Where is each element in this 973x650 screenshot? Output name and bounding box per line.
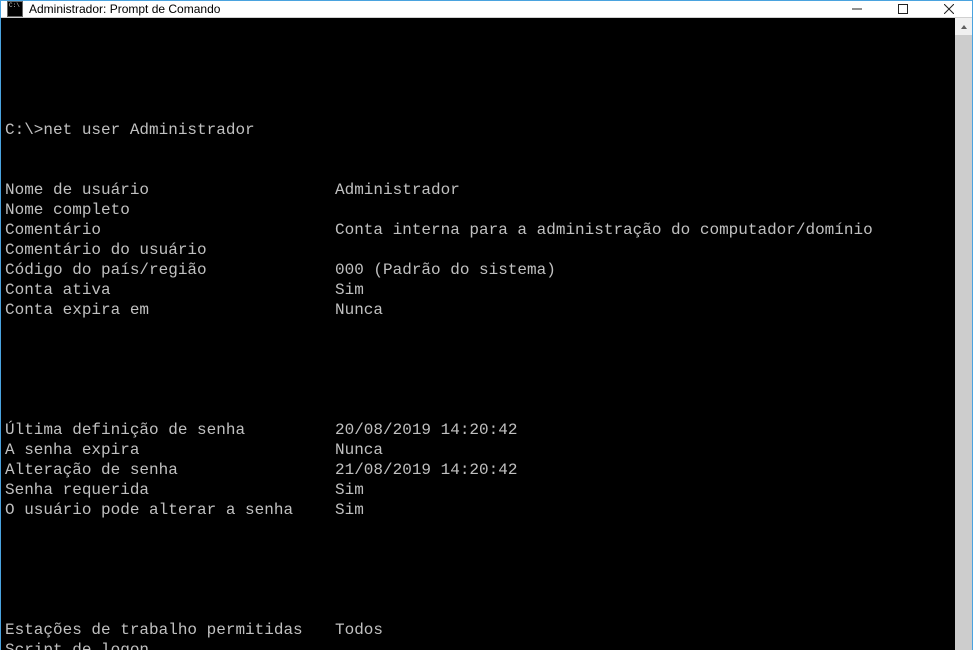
output-row: Alteração de senha21/08/2019 14:20:42	[5, 460, 953, 480]
titlebar[interactable]: Administrador: Prompt de Comando	[1, 1, 972, 18]
output-label: A senha expira	[5, 440, 335, 460]
output-row: Comentário do usuário	[5, 240, 953, 260]
vertical-scrollbar[interactable]	[955, 18, 972, 650]
output-value: Sim	[335, 281, 364, 299]
command-prompt-window: Administrador: Prompt de Comando C:\>net…	[0, 0, 973, 650]
maximize-icon	[898, 4, 908, 14]
output-row: Nome de usuárioAdministrador	[5, 180, 953, 200]
chevron-up-icon	[960, 23, 968, 31]
output-row: A senha expiraNunca	[5, 440, 953, 460]
output-value: Nunca	[335, 301, 383, 319]
output-row: Nome completo	[5, 200, 953, 220]
close-icon	[944, 4, 954, 14]
blank-line	[5, 60, 953, 80]
terminal-output[interactable]: C:\>net user Administrador Nome de usuár…	[1, 18, 955, 650]
output-block-3: Estações de trabalho permitidasTodosScri…	[5, 620, 953, 650]
output-block-2: Última definição de senha20/08/2019 14:2…	[5, 420, 953, 520]
minimize-button[interactable]	[834, 1, 880, 17]
typed-command: net user Administrador	[43, 121, 254, 139]
cmd-app-icon	[7, 1, 23, 17]
blank-line	[5, 560, 953, 580]
client-area: C:\>net user Administrador Nome de usuár…	[1, 18, 972, 650]
scroll-track[interactable]	[955, 35, 972, 650]
output-row: ComentárioConta interna para a administr…	[5, 220, 953, 240]
output-row: Código do país/região000 (Padrão do sist…	[5, 260, 953, 280]
output-value: Sim	[335, 481, 364, 499]
command-line: C:\>net user Administrador	[5, 120, 953, 140]
output-label: O usuário pode alterar a senha	[5, 500, 335, 520]
output-label: Comentário do usuário	[5, 240, 335, 260]
output-value: Administrador	[335, 181, 460, 199]
prompt: C:\>	[5, 121, 43, 139]
window-controls	[834, 1, 972, 17]
output-value: Nunca	[335, 441, 383, 459]
output-value: 21/08/2019 14:20:42	[335, 461, 517, 479]
output-value: 20/08/2019 14:20:42	[335, 421, 517, 439]
output-row: Conta expira emNunca	[5, 300, 953, 320]
scroll-thumb[interactable]	[955, 35, 972, 650]
output-row: Estações de trabalho permitidasTodos	[5, 620, 953, 640]
output-row: Última definição de senha20/08/2019 14:2…	[5, 420, 953, 440]
window-title: Administrador: Prompt de Comando	[29, 2, 220, 16]
titlebar-left: Administrador: Prompt de Comando	[1, 1, 834, 17]
output-label: Código do país/região	[5, 260, 335, 280]
maximize-button[interactable]	[880, 1, 926, 17]
output-value: Todos	[335, 621, 383, 639]
output-block-1: Nome de usuárioAdministradorNome complet…	[5, 180, 953, 320]
output-value: Sim	[335, 501, 364, 519]
output-value: 000 (Padrão do sistema)	[335, 261, 556, 279]
output-row: Conta ativaSim	[5, 280, 953, 300]
output-label: Comentário	[5, 220, 335, 240]
output-label: Alteração de senha	[5, 460, 335, 480]
output-value: Conta interna para a administração do co…	[335, 221, 873, 239]
output-label: Última definição de senha	[5, 420, 335, 440]
output-label: Senha requerida	[5, 480, 335, 500]
output-label: Nome de usuário	[5, 180, 335, 200]
output-row: Senha requeridaSim	[5, 480, 953, 500]
scroll-up-button[interactable]	[955, 18, 972, 35]
output-row: Script de logon	[5, 640, 953, 650]
output-row: O usuário pode alterar a senhaSim	[5, 500, 953, 520]
close-button[interactable]	[926, 1, 972, 17]
minimize-icon	[852, 4, 862, 14]
output-label: Conta ativa	[5, 280, 335, 300]
output-label: Script de logon	[5, 640, 335, 650]
output-label: Estações de trabalho permitidas	[5, 620, 335, 640]
blank-line	[5, 360, 953, 380]
output-label: Nome completo	[5, 200, 335, 220]
output-label: Conta expira em	[5, 300, 335, 320]
